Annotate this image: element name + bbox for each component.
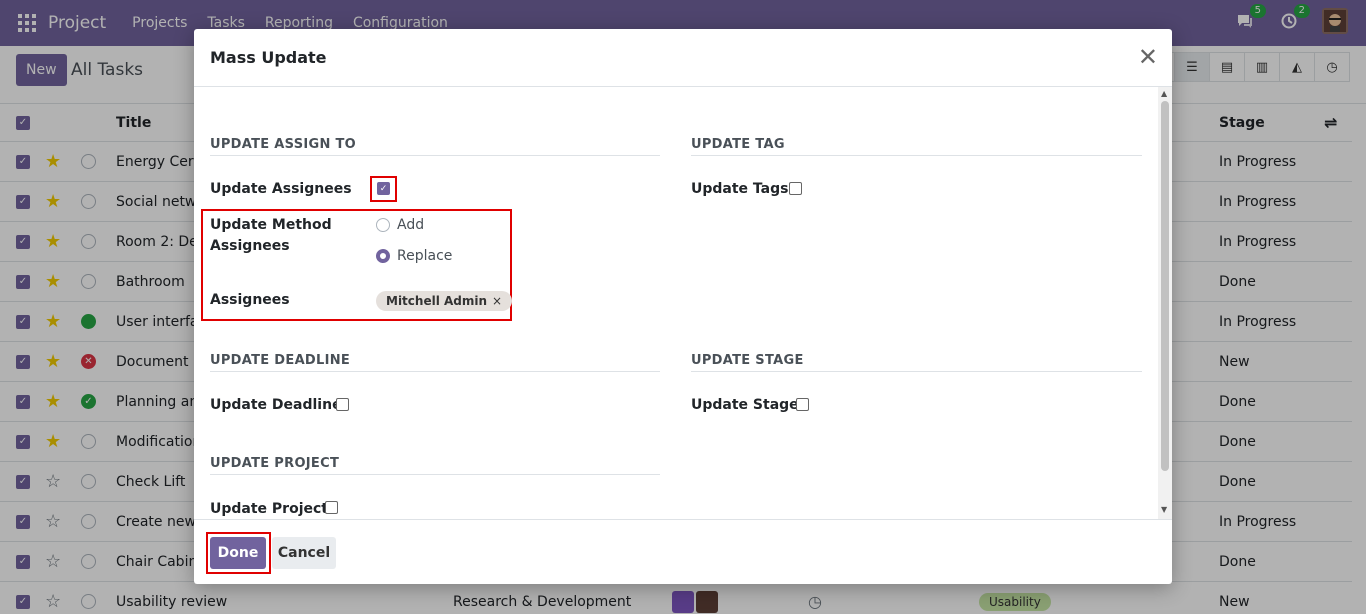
section-update-assign-to: UPDATE ASSIGN TO: [210, 137, 357, 152]
modal-title: Mass Update: [210, 48, 327, 67]
update-stage-checkbox[interactable]: [796, 398, 809, 411]
update-project-label: Update Project: [210, 501, 328, 517]
section-update-tag: UPDATE TAG: [691, 137, 785, 152]
method-replace-label[interactable]: Replace: [397, 248, 452, 264]
update-stage-label: Update Stage: [691, 397, 799, 413]
method-replace-radio[interactable]: [376, 249, 390, 263]
scroll-up-icon[interactable]: ▲: [1161, 89, 1167, 98]
update-assignees-label: Update Assignees: [210, 181, 352, 197]
section-update-project: UPDATE PROJECT: [210, 456, 340, 471]
update-deadline-label: Update Deadline: [210, 397, 342, 413]
scroll-down-icon[interactable]: ▼: [1161, 505, 1167, 514]
update-assignees-checkbox[interactable]: ✓: [377, 182, 390, 195]
modal-body: UPDATE ASSIGN TO Update Assignees ✓ Upda…: [194, 87, 1172, 519]
section-divider: [691, 371, 1142, 372]
cancel-button[interactable]: Cancel: [272, 537, 336, 569]
update-tags-checkbox[interactable]: [789, 182, 802, 195]
mass-update-dialog: Mass Update ✕ UPDATE ASSIGN TO Update As…: [194, 29, 1172, 584]
modal-footer: Done Cancel: [194, 519, 1172, 584]
modal-scrollbar[interactable]: ▲ ▼: [1158, 87, 1172, 519]
section-divider: [210, 474, 660, 475]
assignee-tag-label: Mitchell Admin: [386, 294, 488, 308]
section-update-stage: UPDATE STAGE: [691, 353, 804, 368]
assignees-label: Assignees: [210, 292, 290, 308]
update-method-label: Update Method: [210, 217, 332, 233]
close-icon[interactable]: ✕: [1138, 45, 1158, 69]
method-add-radio[interactable]: [376, 218, 390, 232]
section-update-deadline: UPDATE DEADLINE: [210, 353, 351, 368]
method-add-label[interactable]: Add: [397, 217, 424, 233]
remove-tag-icon[interactable]: ×: [492, 294, 502, 308]
update-deadline-checkbox[interactable]: [336, 398, 349, 411]
modal-header: Mass Update ✕: [194, 29, 1172, 87]
update-method-label-2: Assignees: [210, 238, 290, 254]
update-tags-label: Update Tags: [691, 181, 789, 197]
done-button[interactable]: Done: [210, 537, 266, 569]
assignee-tag: Mitchell Admin ×: [376, 291, 513, 311]
update-project-checkbox[interactable]: [325, 501, 338, 514]
scrollbar-thumb[interactable]: [1161, 101, 1169, 471]
section-divider: [691, 155, 1142, 156]
section-divider: [210, 155, 660, 156]
section-divider: [210, 371, 660, 372]
